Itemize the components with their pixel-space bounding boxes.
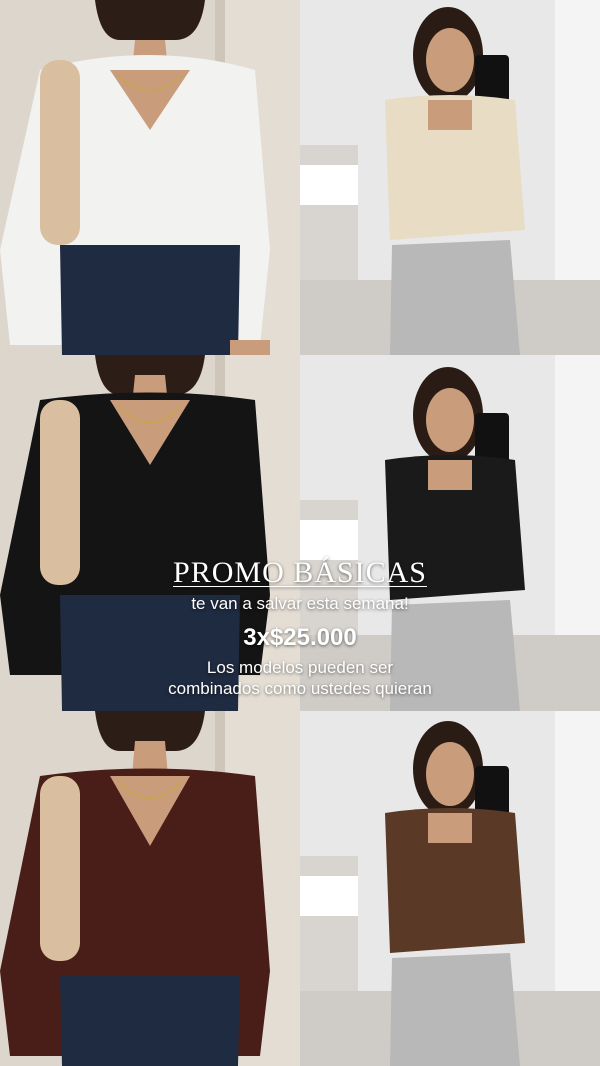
- promo-title: PROMO BÁSICAS: [173, 556, 427, 589]
- promo-overlay: PROMO BÁSICAS te van a salvar esta seman…: [0, 555, 600, 699]
- promo-subtitle: te van a salvar esta semana!: [191, 594, 409, 613]
- photo-white-vneck: [0, 0, 300, 355]
- photo-grid: PROMO BÁSICAS te van a salvar esta seman…: [0, 0, 600, 1066]
- photo-brown-squareneck: [300, 711, 600, 1066]
- promo-price: 3x$25.000: [243, 624, 357, 651]
- promo-note-line1: Los modelos pueden ser: [206, 658, 394, 677]
- photo-cream-squareneck: [300, 0, 600, 355]
- promo-note-line2: combinados como ustedes quieran: [168, 679, 432, 698]
- photo-brown-vneck: [0, 711, 300, 1066]
